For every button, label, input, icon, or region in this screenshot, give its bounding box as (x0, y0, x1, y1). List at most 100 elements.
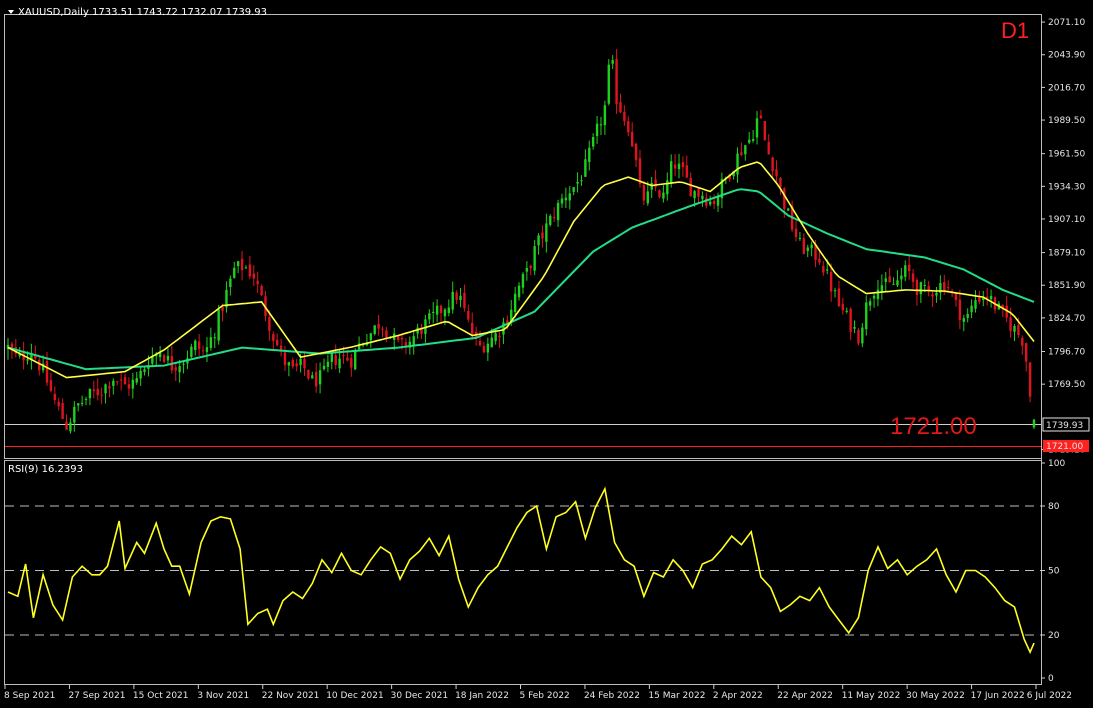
time-tick-label: 15 Mar 2022 (648, 691, 705, 701)
candle-body (1032, 419, 1036, 428)
rsi-header: RSI(9) 16.2393 (8, 464, 83, 475)
candle-body (759, 115, 763, 119)
rsi-tick-label: 100 (1048, 459, 1065, 469)
candle-body (1028, 362, 1032, 397)
candle-body (865, 302, 868, 330)
candle-body (646, 191, 649, 204)
price-tick-label: 1907.10 (1048, 215, 1085, 225)
candle-body (428, 313, 431, 320)
candle-body (240, 258, 244, 271)
candle-body (322, 365, 326, 370)
candle-body (1013, 326, 1016, 332)
time-tick-label: 24 Feb 2022 (584, 691, 640, 701)
candle-body (591, 137, 595, 147)
candle-body (853, 327, 856, 329)
candle-body (451, 291, 454, 310)
price-tick-label: 1796.70 (1048, 348, 1085, 358)
candle-body (572, 187, 575, 192)
menu-triangle-icon[interactable] (8, 10, 14, 14)
candle-body (755, 118, 759, 138)
candle-body (291, 359, 294, 367)
candle-body (623, 111, 626, 122)
time-tick-label: 8 Sep 2021 (4, 691, 55, 701)
candle-body (607, 64, 610, 104)
candle-body (677, 163, 681, 170)
level-annotation: 1721.00 (890, 413, 977, 440)
time-tick-label: 30 May 2022 (906, 691, 965, 701)
candle-body (61, 403, 64, 419)
candle-body (989, 295, 993, 300)
candle-body (275, 339, 279, 346)
time-tick-label: 18 Jan 2022 (455, 691, 509, 701)
candle-body (935, 292, 938, 296)
rsi-tick-label: 80 (1048, 502, 1060, 512)
candle-body (334, 355, 337, 365)
candle-body (634, 143, 638, 161)
candle-body (100, 394, 103, 396)
candle-body (541, 232, 544, 239)
candle-body (377, 323, 380, 329)
candle-body (599, 124, 603, 126)
candle-body (45, 360, 49, 383)
candle-body (654, 179, 657, 188)
time-tick-label: 15 Oct 2021 (133, 691, 189, 701)
candle-body (342, 355, 345, 357)
candle-body (810, 244, 813, 249)
candle-body (229, 278, 232, 288)
candle-body (69, 422, 72, 432)
price-tick-label: 2016.70 (1048, 83, 1085, 93)
candle-body (517, 285, 521, 298)
candle-body (73, 406, 76, 423)
candle-body (174, 367, 177, 371)
candle-body (888, 276, 891, 283)
candle-body (205, 347, 209, 352)
candle-body (221, 306, 224, 312)
candle-body (197, 341, 201, 350)
candle-body (311, 375, 314, 379)
candle-body (970, 305, 973, 313)
moving-averages-layer (7, 161, 1035, 379)
candle-body (771, 157, 774, 172)
candle-body (779, 177, 782, 187)
candle-body (162, 355, 166, 362)
time-tick-label: 11 May 2022 (842, 691, 901, 701)
candle-body (412, 336, 415, 346)
candle-body (369, 333, 373, 341)
ma-fast-line (7, 161, 1035, 379)
candle-body (560, 198, 564, 204)
candle-body (818, 258, 821, 263)
rsi-levels-layer (5, 505, 1041, 636)
candle-body (787, 208, 790, 211)
candle-body (845, 310, 848, 312)
candle-body (471, 322, 474, 335)
candle-body (104, 384, 107, 394)
candle-body (1009, 317, 1012, 332)
candle-body (201, 350, 205, 352)
candle-body (802, 238, 806, 254)
candle-body (65, 421, 68, 430)
candle-body (588, 147, 591, 162)
trading-chart[interactable]: 2071.10 2043.90 2016.70 1989.50 1961.50 1934.… (0, 0, 1093, 708)
candle-body (248, 264, 252, 277)
candle-body (119, 379, 123, 381)
candle-body (907, 264, 911, 272)
candle-body (182, 363, 185, 365)
candle-body (943, 282, 946, 291)
symbol-header: XAUUSD,Daily 1733.51 1743.72 1732.07 173… (18, 7, 267, 18)
candle-body (467, 311, 470, 320)
time-tick-label: 27 Sep 2021 (68, 691, 125, 701)
candle-body (978, 296, 981, 303)
price-tick-label: 2071.10 (1048, 18, 1085, 28)
candle-body (283, 352, 287, 365)
candle-body (915, 279, 919, 296)
candle-body (919, 282, 923, 295)
candle-body (775, 169, 778, 177)
timeframe-label: D1 (1001, 18, 1029, 43)
candle-body (400, 337, 404, 340)
candle-body (279, 345, 283, 350)
candle-body (139, 370, 142, 379)
candle-body (872, 295, 876, 299)
candle-body (958, 299, 962, 321)
candle-body (244, 267, 248, 269)
candle-body (861, 327, 864, 344)
